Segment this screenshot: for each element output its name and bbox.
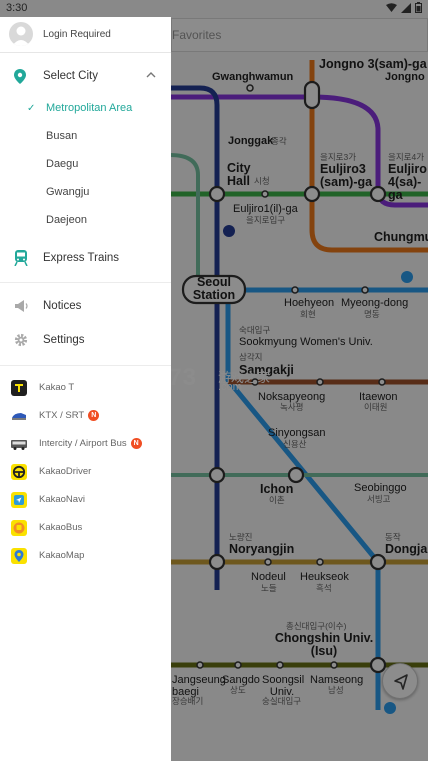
select-city-label: Select City (43, 70, 98, 82)
app-item-intercity-bus[interactable]: Intercity / Airport Bus N (0, 434, 171, 456)
kakao-bus-icon (11, 520, 27, 536)
app-item-kakao-driver[interactable]: KakaoDriver (0, 462, 171, 484)
app-item-ktx-srt[interactable]: KTX / SRT N (0, 406, 171, 428)
check-icon: ✓ (27, 103, 36, 114)
app-item-kakao-navi[interactable]: KakaoNavi (0, 490, 171, 512)
app-label: Intercity / Airport Bus N (39, 438, 142, 449)
app-label: KTX / SRT N (39, 410, 100, 421)
divider (0, 282, 171, 283)
login-row[interactable]: Login Required (0, 17, 171, 53)
login-label[interactable]: Login Required (43, 29, 111, 40)
city-option-gwangju[interactable]: Gwangju (46, 186, 89, 198)
divider (0, 365, 171, 366)
app-item-kakao-map[interactable]: KakaoMap (0, 546, 171, 568)
user-icon (12, 26, 30, 46)
notices-label: Notices (43, 300, 82, 312)
app-label: KakaoBus (39, 522, 83, 533)
avatar[interactable] (9, 22, 33, 46)
app-label: KakaoMap (39, 550, 85, 561)
bus-icon (11, 436, 27, 452)
app-item-kakao-bus[interactable]: KakaoBus (0, 518, 171, 540)
map-pin-icon (11, 548, 27, 564)
app-label: KakaoNavi (39, 494, 85, 505)
app-label: KakaoDriver (39, 466, 92, 477)
wifi-icon (386, 3, 397, 12)
express-trains-label: Express Trains (43, 252, 120, 264)
notices-item[interactable]: Notices (0, 297, 171, 317)
navi-icon (11, 492, 27, 508)
status-icons (386, 2, 422, 13)
steering-wheel-icon (11, 464, 27, 480)
settings-label: Settings (43, 334, 85, 346)
ktx-train-icon (11, 408, 27, 424)
app-label: Kakao T (39, 382, 75, 393)
city-option-daegu[interactable]: Daegu (46, 158, 78, 170)
new-badge: N (130, 438, 142, 449)
city-option-metropolitan[interactable]: Metropolitan Area (46, 102, 132, 114)
select-city-toggle[interactable]: Select City (0, 65, 171, 89)
battery-icon (415, 2, 422, 13)
signal-icon (401, 2, 411, 13)
status-time: 3:30 (6, 2, 28, 14)
new-badge: N (88, 410, 100, 421)
location-pin-icon (14, 69, 26, 84)
chevron-up-icon[interactable] (146, 71, 156, 78)
megaphone-icon (15, 300, 28, 312)
city-option-daejeon[interactable]: Daejeon (46, 214, 87, 226)
navigation-drawer: Login Required Select City ✓ Metropolita… (0, 17, 171, 761)
status-bar: 3:30 (0, 0, 428, 17)
gear-icon (14, 333, 28, 347)
app-item-kakao-t[interactable]: Kakao T (0, 378, 171, 400)
city-option-busan[interactable]: Busan (46, 130, 77, 142)
settings-item[interactable]: Settings (0, 331, 171, 351)
kakao-t-icon (11, 380, 27, 396)
express-trains-item[interactable]: Express Trains (0, 249, 171, 269)
train-icon (14, 250, 28, 266)
